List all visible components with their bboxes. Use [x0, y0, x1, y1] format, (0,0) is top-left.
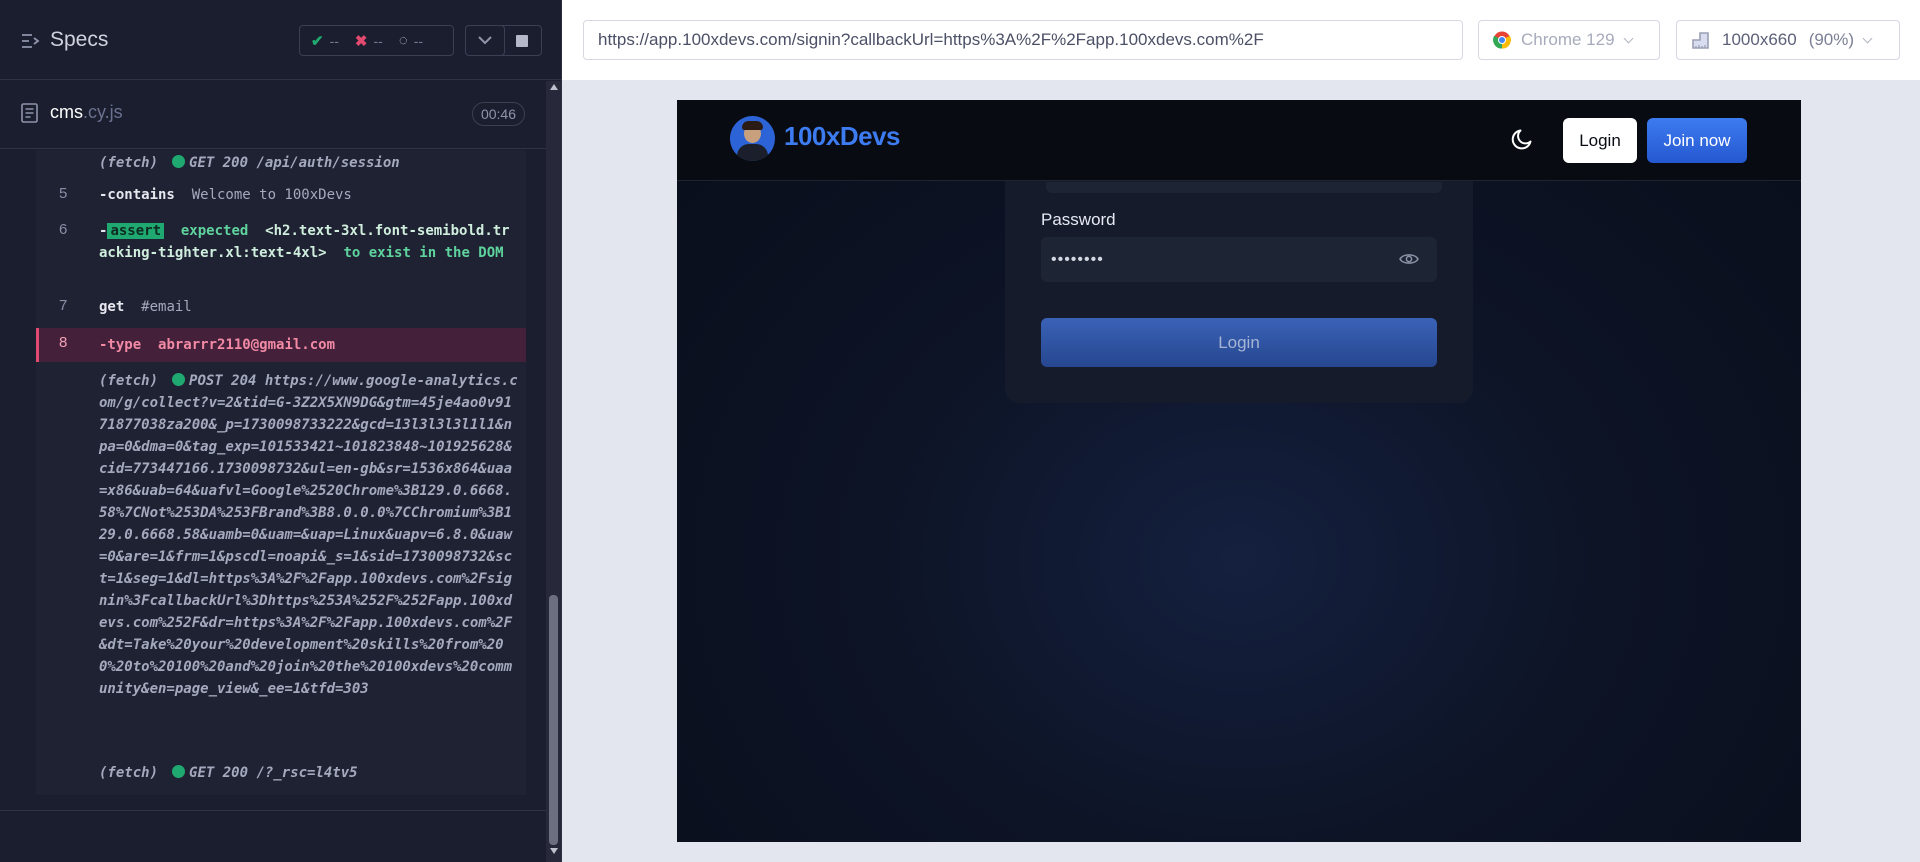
stop-button[interactable] — [502, 25, 542, 56]
ruler-icon — [1692, 32, 1709, 49]
brand-name[interactable]: 100xDevs — [784, 121, 901, 152]
scroll-up-arrow-icon[interactable] — [550, 84, 558, 90]
signin-login-button[interactable]: Login — [1041, 318, 1437, 367]
assert-tail: to exist in the DOM — [343, 245, 504, 261]
status-dot — [172, 155, 186, 168]
spec-file-row[interactable]: cms.cy.js 00:46 — [0, 81, 546, 149]
fetch-detail: POST 204 https://www.google-analytics.co… — [99, 373, 518, 697]
site-navbar: 100xDevs Login Join now — [677, 100, 1801, 181]
command-body: -type abrarrr2110@gmail.com — [99, 334, 518, 356]
url-bar[interactable]: https://app.100xdevs.com/signin?callback… — [583, 20, 1463, 60]
failed-stat: ✖ -- — [355, 32, 383, 50]
command-row[interactable]: 6 - assert expected <h2.text-3xl.font-sem… — [36, 220, 526, 290]
command-row-active[interactable]: 8 -type abrarrr2110@gmail.com — [36, 328, 526, 362]
fetch-detail: GET 200 /api/auth/session — [189, 155, 400, 171]
browser-label: Chrome 129 — [1521, 30, 1615, 49]
password-label: Password — [1041, 210, 1116, 229]
pending-icon: ◌ — [398, 32, 408, 49]
command-name: -contains — [99, 187, 175, 203]
command-number: 5 — [59, 185, 68, 202]
brand-avatar-logo[interactable] — [730, 116, 775, 161]
fetch-label: (fetch) — [99, 765, 159, 781]
failed-count: -- — [373, 32, 383, 49]
command-number: 6 — [59, 221, 68, 238]
avatar-hair — [742, 121, 763, 130]
status-dot — [172, 765, 186, 778]
password-value: •••••••• — [1051, 251, 1104, 268]
chevron-down-icon — [1623, 33, 1634, 43]
command-body: -contains Welcome to 100xDevs — [99, 184, 518, 206]
password-field[interactable]: •••••••• — [1041, 237, 1437, 282]
spec-file-ext: .cy.js — [83, 102, 123, 122]
file-icon — [21, 103, 38, 123]
assert-badge: assert — [107, 223, 165, 239]
status-dot — [172, 373, 186, 386]
stop-icon — [515, 34, 528, 47]
divider — [0, 810, 546, 811]
check-icon: ✔ — [311, 32, 324, 50]
fetch-label: (fetch) — [99, 155, 159, 171]
spec-duration: 00:46 — [471, 102, 525, 126]
fetch-detail: GET 200 /?_rsc=l4tv5 — [189, 765, 358, 781]
chevron-down-icon — [1862, 33, 1873, 43]
auto-scroll-button[interactable] — [465, 25, 505, 56]
moon-icon[interactable] — [1510, 126, 1536, 152]
command-body: (fetch) POST 204 https://www.google-analy… — [99, 370, 518, 700]
scroll-down-arrow-icon[interactable] — [550, 848, 558, 854]
cross-icon: ✖ — [354, 32, 368, 50]
passed-count: -- — [329, 32, 339, 49]
command-message: abrarrr2110@gmail.com — [158, 337, 336, 353]
aut-header: https://app.100xdevs.com/signin?callback… — [562, 0, 1920, 80]
command-log: (fetch) GET 200 /api/auth/session 5 -cont… — [36, 150, 526, 795]
command-name: get — [99, 299, 125, 315]
command-row[interactable]: (fetch) POST 204 https://www.google-analy… — [36, 368, 526, 768]
command-row[interactable]: 7 get #email — [36, 296, 526, 320]
command-message: Welcome to 100xDevs — [191, 187, 352, 203]
pending-stat: ◌ -- — [399, 32, 423, 49]
nav-login-button[interactable]: Login — [1563, 118, 1637, 163]
assert-expected: expected — [180, 223, 249, 239]
command-body: (fetch) GET 200 /api/auth/session — [99, 152, 518, 174]
pending-count: -- — [413, 32, 424, 49]
command-number: 7 — [59, 297, 68, 314]
command-body: - assert expected <h2.text-3xl.font-semib… — [99, 220, 518, 264]
passed-stat: ✔ -- — [311, 32, 339, 50]
command-number: 8 — [59, 334, 68, 351]
spec-file-name: cms.cy.js — [50, 102, 123, 123]
command-name: -type — [99, 337, 142, 353]
command-body: (fetch) GET 200 /?_rsc=l4tv5 — [99, 762, 518, 784]
command-message: #email — [141, 299, 192, 315]
viewport-size: 1000x660 — [1722, 30, 1797, 49]
fetch-label: (fetch) — [99, 373, 159, 389]
specs-header: Specs ✔ -- ✖ -- ◌ -- — [0, 0, 562, 80]
command-row[interactable]: (fetch) GET 200 /api/auth/session — [36, 152, 526, 176]
chevron-down-icon — [478, 36, 492, 45]
avatar-body — [737, 144, 768, 161]
app-under-test-frame: Password •••••••• Login 100xDevs Login J… — [677, 100, 1801, 842]
eye-icon[interactable] — [1399, 252, 1419, 266]
join-now-button[interactable]: Join now — [1647, 118, 1747, 163]
browser-selector[interactable]: Chrome 129 — [1478, 20, 1660, 60]
specs-title[interactable]: Specs — [50, 28, 108, 52]
command-row[interactable]: 5 -contains Welcome to 100xDevs — [36, 184, 526, 208]
email-field[interactable] — [1046, 182, 1442, 193]
reporter-panel: Specs ✔ -- ✖ -- ◌ -- cms.cy.js 00:46 (fetch… — [0, 0, 562, 862]
scrollbar-thumb[interactable] — [549, 595, 558, 845]
viewport-zoom: (90%) — [1808, 30, 1855, 49]
stats-box: ✔ -- ✖ -- ◌ -- — [299, 25, 454, 56]
viewport-selector[interactable]: 1000x660 (90%) — [1676, 20, 1900, 60]
chrome-icon — [1493, 31, 1511, 49]
spec-file-basename: cms — [50, 102, 83, 122]
command-row[interactable]: (fetch) GET 200 /?_rsc=l4tv5 — [36, 762, 526, 786]
specs-list-icon[interactable] — [21, 32, 40, 50]
command-body: get #email — [99, 296, 518, 318]
